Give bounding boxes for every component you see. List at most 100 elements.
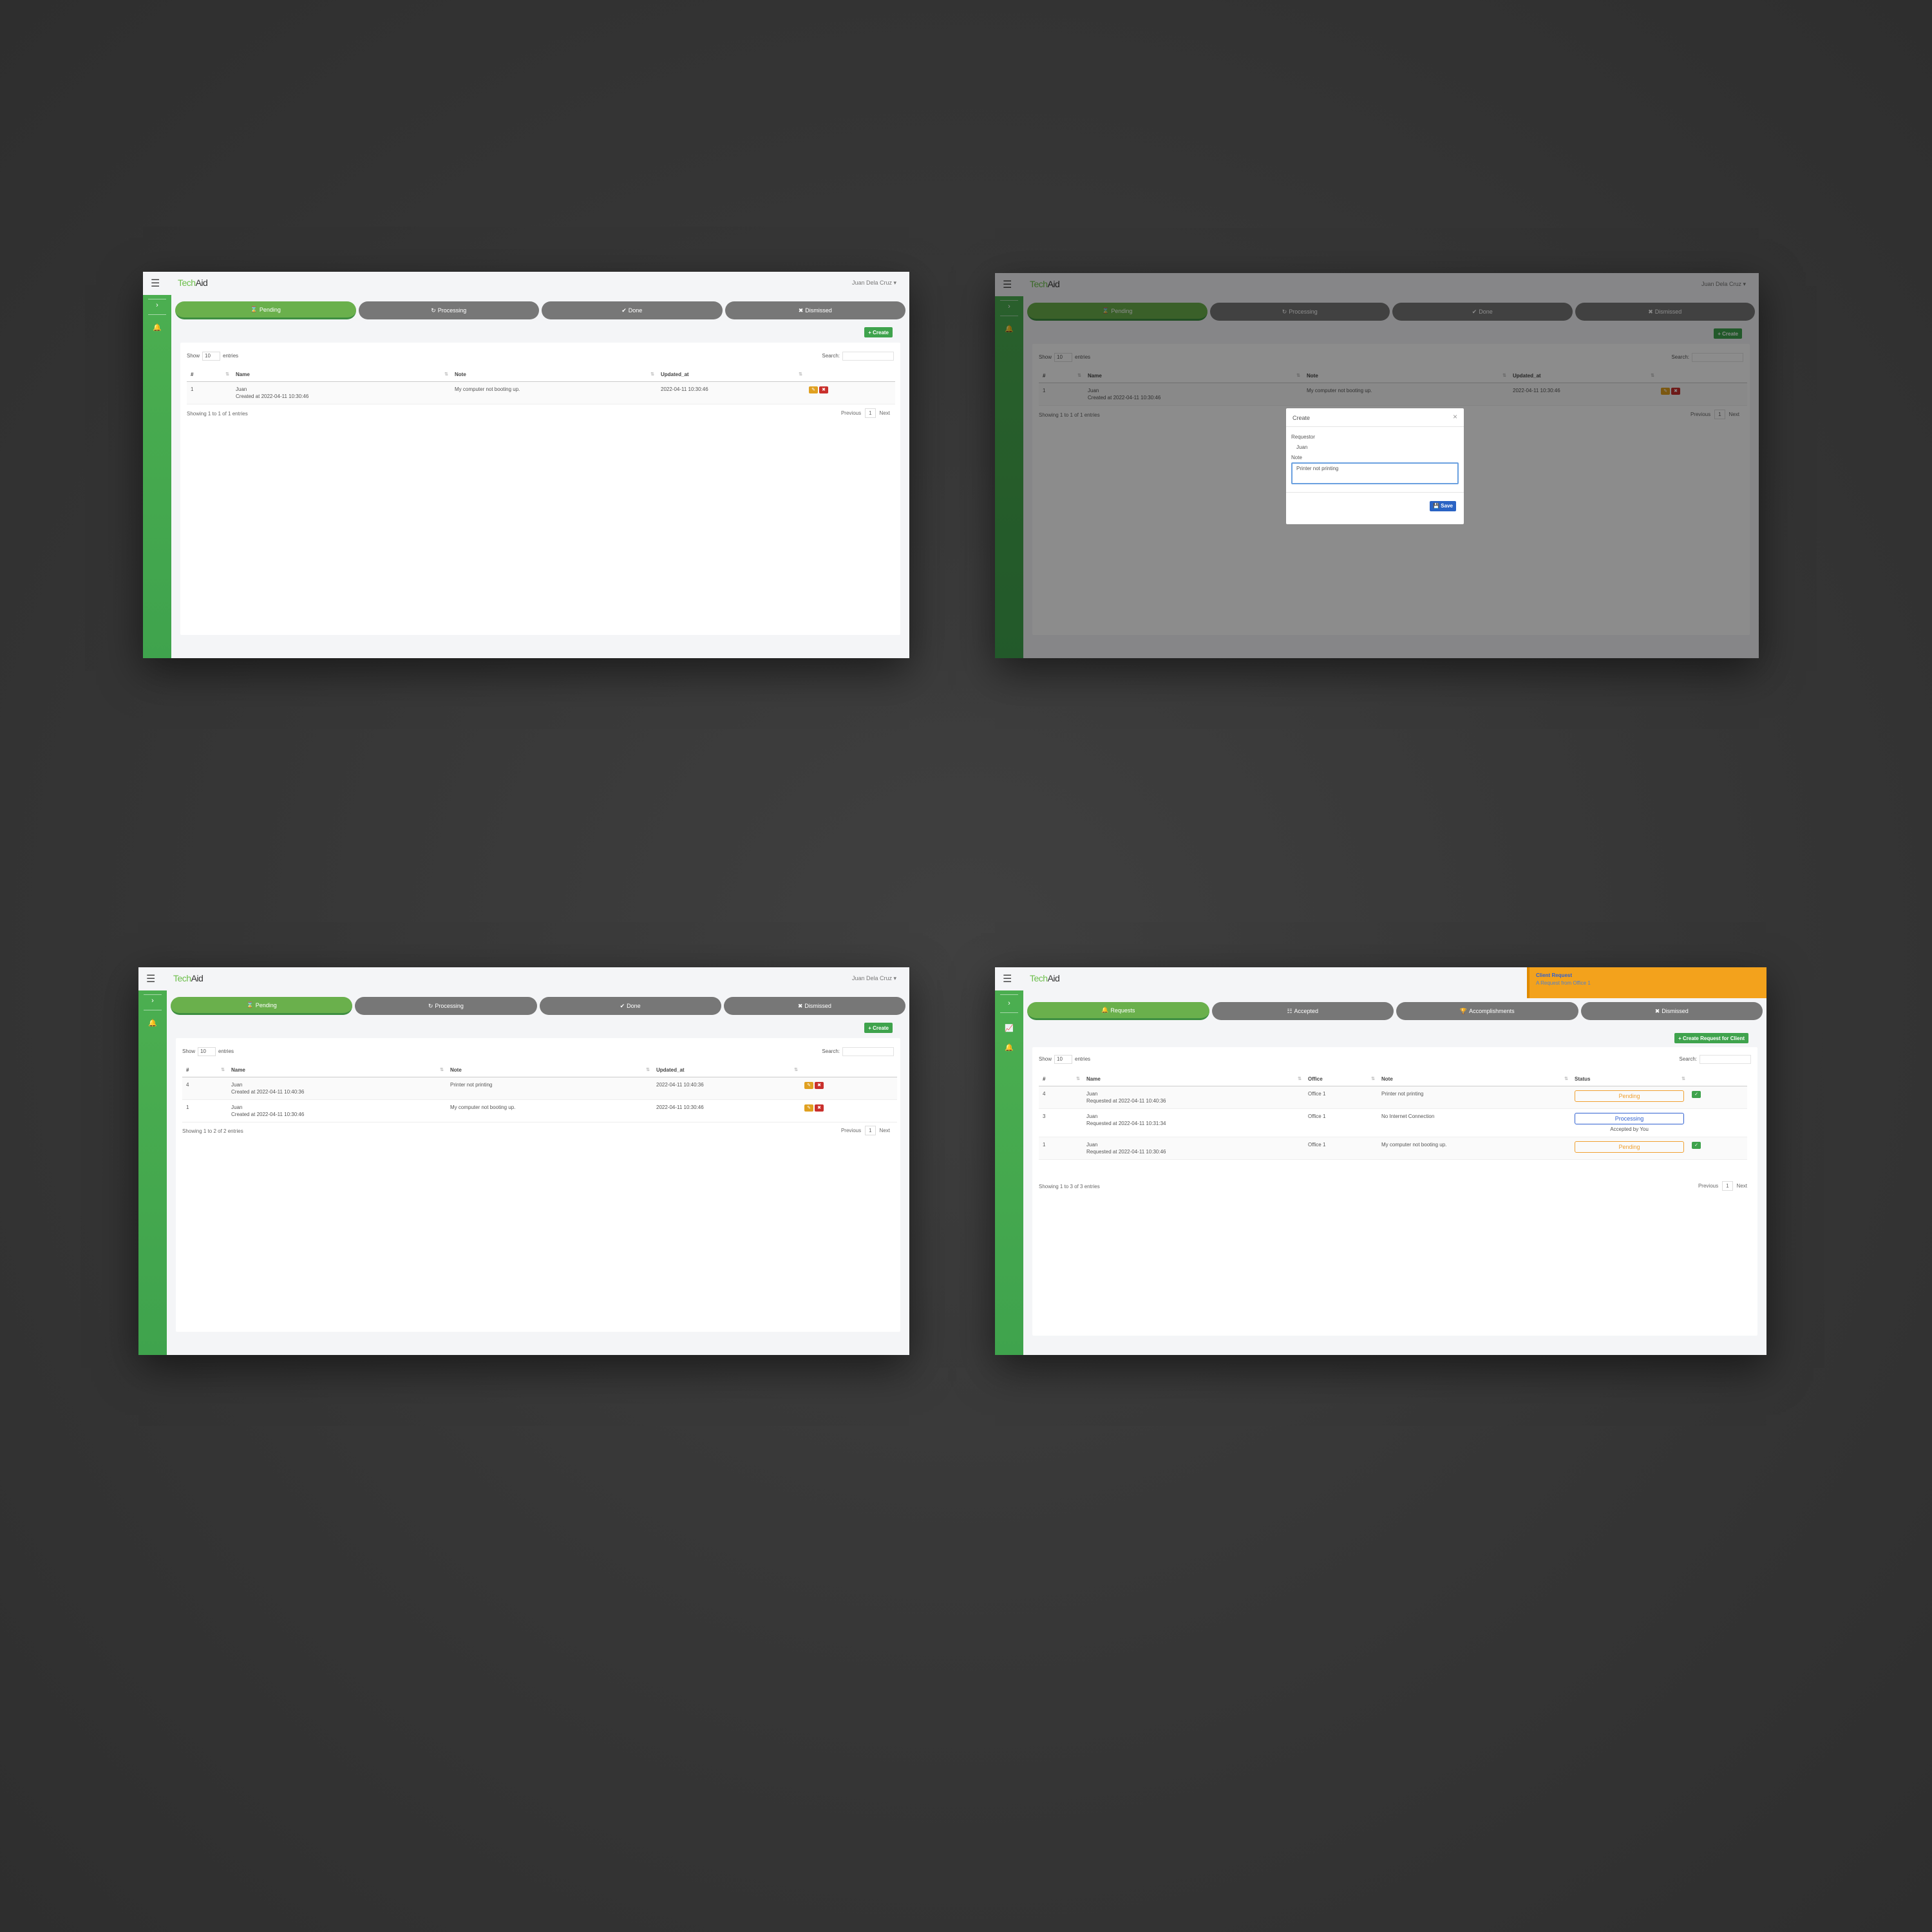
table-info: Showing 1 to 3 of 3 entries: [1039, 1184, 1100, 1189]
tab-accepted[interactable]: ☷ Accepted: [1211, 1002, 1394, 1020]
arrow-icon[interactable]: ›: [143, 301, 171, 309]
col-name[interactable]: Name ⇅: [227, 1064, 446, 1077]
length-control: Show 10 entries: [182, 1047, 234, 1056]
arrow-icon[interactable]: ›: [138, 997, 167, 1005]
page-1-button[interactable]: 1: [1722, 1181, 1733, 1191]
accept-icon[interactable]: ✓: [1692, 1090, 1701, 1098]
user-menu[interactable]: Juan Dela Cruz ▾: [852, 975, 896, 982]
accept-icon[interactable]: ✓: [1692, 1141, 1701, 1149]
page-1-button[interactable]: 1: [865, 408, 876, 418]
technician-tabs: 🔔 Requests ☷ Accepted 🏆 Accomplishments ✖ Di…: [1027, 1002, 1763, 1021]
create-button[interactable]: + Create: [864, 1023, 893, 1033]
hourglass-icon: ⌛: [250, 306, 258, 312]
bell-icon: 🔔: [1101, 1007, 1109, 1013]
bell-icon[interactable]: 🔔: [143, 323, 171, 332]
chart-icon[interactable]: 📈: [995, 1024, 1023, 1032]
next-button[interactable]: Next: [880, 1128, 890, 1133]
col-office[interactable]: Office ⇅: [1304, 1073, 1378, 1086]
arrow-icon[interactable]: ›: [995, 999, 1023, 1007]
delete-icon[interactable]: ✖: [815, 1081, 824, 1089]
toast-title: Client Request: [1536, 972, 1573, 978]
user-menu[interactable]: Juan Dela Cruz ▾: [852, 279, 896, 287]
save-button[interactable]: 💾 Save: [1430, 501, 1456, 511]
edit-icon[interactable]: ✎: [809, 386, 818, 393]
requestor-field[interactable]: Juan: [1291, 443, 1459, 452]
hamburger-menu-icon[interactable]: ☰: [1003, 972, 1012, 985]
col-actions: [805, 368, 895, 382]
table-row: 3 Juan Requested at 2022-04-11 10:31:34 O…: [1039, 1108, 1747, 1137]
bell-icon[interactable]: 🔔: [995, 1043, 1023, 1052]
edit-icon[interactable]: ✎: [804, 1081, 813, 1089]
requests-table: # ⇅ Name ⇅ Note ⇅ Updated_at ⇅ 4 Juan Created…: [182, 1064, 897, 1122]
search-input[interactable]: [842, 1047, 894, 1056]
requestor-label: Requestor: [1291, 434, 1315, 440]
pagination: Previous 1 Next: [841, 1126, 890, 1135]
entries-select[interactable]: 10: [202, 352, 221, 361]
search-control: Search:: [1679, 1055, 1751, 1064]
status-badge: Pending: [1575, 1141, 1684, 1153]
col-number[interactable]: # ⇅: [1039, 1073, 1083, 1086]
col-actions: [800, 1064, 897, 1077]
screenshot-client-pending: ☰ › 🔔 TechAid Juan Dela Cruz ▾ ⌛ Pending …: [143, 272, 909, 658]
tab-pending[interactable]: ⌛ Pending: [171, 997, 353, 1015]
col-status[interactable]: Status ⇅: [1571, 1073, 1688, 1086]
prev-button[interactable]: Previous: [1698, 1183, 1718, 1189]
page-1-button[interactable]: 1: [865, 1126, 876, 1135]
hamburger-menu-icon[interactable]: ☰: [146, 972, 155, 985]
tab-done[interactable]: ✔ Done: [542, 301, 723, 319]
entries-select[interactable]: 10: [198, 1047, 216, 1056]
tab-accomplishments[interactable]: 🏆 Accomplishments: [1396, 1002, 1578, 1020]
delete-icon[interactable]: ✖: [815, 1104, 824, 1112]
note-textarea[interactable]: Printer not printing: [1291, 462, 1459, 484]
requests-panel: Show 10 entries Search: # ⇅ Name ⇅ Office ⇅ N…: [1032, 1047, 1757, 1336]
search-input[interactable]: [1700, 1055, 1751, 1064]
tab-dismissed[interactable]: ✖ Dismissed: [724, 301, 905, 319]
tab-dismissed[interactable]: ✖ Dismissed: [1580, 1002, 1763, 1020]
next-button[interactable]: Next: [1737, 1183, 1747, 1189]
search-control: Search:: [822, 1047, 894, 1056]
create-button[interactable]: + Create: [864, 327, 893, 337]
topbar: TechAid Juan Dela Cruz ▾: [167, 967, 909, 990]
tab-processing[interactable]: ↻ Processing: [355, 997, 537, 1015]
tab-done[interactable]: ✔ Done: [539, 997, 721, 1015]
tab-dismissed[interactable]: ✖ Dismissed: [723, 997, 905, 1015]
modal-title: Create: [1293, 415, 1311, 421]
edit-icon[interactable]: ✎: [804, 1104, 813, 1112]
close-icon[interactable]: ×: [1453, 412, 1457, 421]
status-badge: Processing: [1575, 1112, 1684, 1124]
search-input[interactable]: [842, 352, 894, 361]
col-note[interactable]: Note ⇅: [1378, 1073, 1571, 1086]
hourglass-icon: ⌛: [246, 1001, 254, 1008]
tab-processing[interactable]: ↻ Processing: [358, 301, 539, 319]
brand-logo[interactable]: TechAid: [178, 278, 208, 288]
note-label: Note: [1291, 455, 1302, 460]
x-icon: ✖: [798, 307, 804, 314]
col-name[interactable]: Name ⇅: [1083, 1073, 1304, 1086]
delete-icon[interactable]: ✖: [819, 386, 828, 393]
tab-pending[interactable]: ⌛ Pending: [175, 301, 356, 319]
col-updated[interactable]: Updated_at ⇅: [652, 1064, 800, 1077]
entries-select[interactable]: 10: [1054, 1055, 1073, 1064]
next-button[interactable]: Next: [880, 410, 890, 416]
create-modal: Create × Requestor Juan Note Printer not…: [1286, 408, 1464, 524]
col-name[interactable]: Name ⇅: [232, 368, 451, 382]
x-icon: ✖: [1654, 1007, 1660, 1014]
brand-logo[interactable]: TechAid: [1030, 973, 1060, 983]
bell-icon[interactable]: 🔔: [138, 1019, 167, 1027]
col-note[interactable]: Note ⇅: [446, 1064, 652, 1077]
trophy-icon: 🏆: [1459, 1007, 1468, 1014]
search-control: Search:: [822, 352, 894, 361]
brand-logo[interactable]: TechAid: [173, 973, 204, 983]
tab-requests[interactable]: 🔔 Requests: [1027, 1002, 1209, 1020]
table-panel: Show 10 entries Search: # ⇅ Name ⇅ Note ⇅ Upd…: [176, 1038, 900, 1332]
col-number[interactable]: # ⇅: [182, 1064, 227, 1077]
col-updated[interactable]: Updated_at ⇅: [657, 368, 805, 382]
hamburger-menu-icon[interactable]: ☰: [151, 277, 160, 290]
prev-button[interactable]: Previous: [841, 410, 861, 416]
table-row: 1 Juan Created at 2022-04-11 10:30:46 My …: [187, 381, 895, 404]
notification-toast[interactable]: Client Request A Request from Office 1: [1527, 967, 1766, 998]
create-request-for-client-button[interactable]: + Create Request for Client: [1674, 1033, 1748, 1043]
col-note[interactable]: Note ⇅: [451, 368, 657, 382]
prev-button[interactable]: Previous: [841, 1128, 861, 1133]
col-number[interactable]: # ⇅: [187, 368, 232, 382]
